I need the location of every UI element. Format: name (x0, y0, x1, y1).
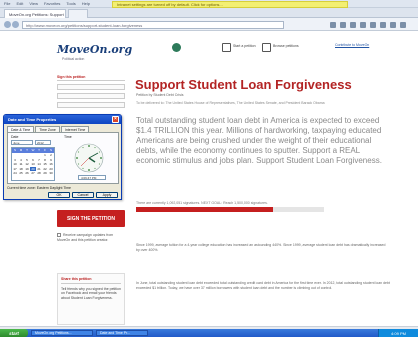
nav-browse-petitions[interactable]: Browse petitions (273, 44, 299, 48)
moveon-logo[interactable]: MoveOn.org (57, 43, 132, 56)
home-icon[interactable] (330, 22, 336, 28)
signature-progress-bar (136, 207, 324, 212)
start-button[interactable]: start (0, 329, 28, 337)
date-time-dialog: Date and Time Properties × Date & Time T… (3, 114, 122, 200)
feeds-icon[interactable] (340, 22, 346, 28)
apply-button[interactable]: Apply (96, 192, 118, 198)
menu-edit[interactable]: Edit (16, 1, 23, 6)
site-tagline: Political action (62, 57, 85, 61)
page-icon[interactable] (370, 22, 376, 28)
tab-bar: MoveOn.org Petitions: Support S... (0, 8, 418, 18)
back-icon[interactable] (4, 21, 11, 28)
address-bar: http://www.moveon.org/petitions/support-… (0, 18, 418, 31)
time-group-label: Time (64, 135, 72, 139)
petition-body-paragraph: Since 1999, average tuition for a 4-year… (136, 243, 386, 252)
date-time-panel: Date June 2012 SMTWTFS 1 2 3 4 5 6 7 8 9 10 11 12 13… (7, 132, 119, 184)
timezone-text: Current time zone: Eastern Daylight Time (7, 186, 71, 190)
tools-icon[interactable] (390, 22, 396, 28)
close-icon[interactable]: × (112, 116, 119, 123)
start-petition-icon[interactable] (222, 43, 231, 52)
clock-tick (98, 151, 100, 153)
menu-favorites[interactable]: Favorites (44, 1, 60, 6)
updates-checkbox-label: Receive campaign updates from MoveOn and… (57, 233, 114, 242)
dialog-titlebar[interactable]: Date and Time Properties × (4, 115, 121, 124)
clock-tick (78, 163, 80, 165)
share-text: Tell friends why you signed the petition… (61, 286, 121, 300)
petition-statement: Total outstanding student loan debt in A… (136, 116, 382, 165)
updates-checkbox[interactable] (57, 233, 61, 238)
clock-tick (76, 157, 78, 159)
sign-petition-button[interactable]: SIGN THE PETITION (57, 210, 125, 227)
clock-tick (88, 145, 90, 147)
calendar: SMTWTFS 1 2 3 4 5 6 7 8 9 10 11 12 13 14 15 16 17 18 19 20 2… (11, 147, 55, 181)
petition-recipients: To be delivered to: The United States Ho… (136, 101, 325, 105)
name-field[interactable] (57, 84, 125, 90)
browse-icon[interactable] (262, 43, 271, 52)
menu-help[interactable]: Help (82, 1, 90, 6)
petition-headline: Support Student Loan Forgiveness (135, 77, 352, 92)
information-bar[interactable]: Intranet settings are turned off by defa… (112, 1, 348, 8)
time-field[interactable]: 4:09:47 PM (78, 175, 106, 180)
tab-new[interactable] (68, 9, 88, 18)
cancel-button[interactable]: Cancel (72, 192, 94, 198)
petition-icon (172, 43, 181, 52)
dialog-buttons: OK Cancel Apply (48, 192, 118, 198)
petition-body-paragraph: In June, total outstanding student loan … (136, 281, 390, 290)
signature-count: There are currently 1,092,051 signatures… (136, 201, 268, 205)
taskbar-item-dialog[interactable]: Date and Time Pr... (96, 330, 148, 336)
clock-tick (82, 167, 84, 169)
zip-field[interactable] (57, 102, 125, 108)
tab-petition[interactable]: MoveOn.org Petitions: Support S... (4, 9, 66, 18)
taskbar: start MoveOn.org Petitions... Date and T… (0, 329, 418, 337)
signature-progress-fill (136, 207, 274, 212)
forward-icon[interactable] (12, 21, 19, 28)
menu-view[interactable]: View (29, 1, 38, 6)
calendar-day[interactable]: 30 (48, 171, 54, 176)
safety-icon[interactable] (380, 22, 386, 28)
clock-tick (94, 147, 96, 149)
ok-button[interactable]: OK (48, 192, 70, 198)
taskbar-item-browser[interactable]: MoveOn.org Petitions... (31, 330, 93, 336)
dialog-title: Date and Time Properties (8, 117, 57, 122)
updates-checkbox-row[interactable]: Receive campaign updates from MoveOn and… (57, 233, 125, 242)
tray-clock: 4:09 PM (378, 329, 418, 337)
year-spinner[interactable]: 2012 (35, 140, 51, 145)
sign-column: Sign this petition SIGN THE PETITION Rec… (57, 75, 125, 325)
help-icon[interactable] (400, 22, 406, 28)
nav-start-petition[interactable]: Start a petition (233, 44, 259, 48)
menu-file[interactable]: File (4, 1, 10, 6)
clock-tick (82, 147, 84, 149)
share-heading: Share this petition (61, 277, 121, 284)
share-box: Share this petition Tell friends why you… (57, 273, 125, 325)
calendar-day-grid: 1 2 3 4 5 6 7 8 9 10 11 12 13 14 15 16 17 18 19 20 21 22 23 24 2… (12, 153, 54, 176)
clock-tick (100, 157, 102, 159)
clock-tick (98, 163, 100, 165)
date-group-label: Date (11, 135, 19, 139)
menu-tools[interactable]: Tools (66, 1, 75, 6)
url-field[interactable]: http://www.moveon.org/petitions/support-… (22, 21, 284, 29)
print-icon[interactable] (360, 22, 366, 28)
clock-tick (94, 167, 96, 169)
donate-link[interactable]: Contribute to MoveOn (335, 43, 369, 47)
email-field[interactable] (57, 93, 125, 99)
clock-tick (78, 151, 80, 153)
petition-byline[interactable]: Petition by Student Debt Crisis (136, 93, 183, 97)
clock-tick (88, 169, 90, 171)
sign-heading: Sign this petition (57, 75, 125, 81)
month-select[interactable]: June (11, 140, 33, 145)
mail-icon[interactable] (350, 22, 356, 28)
clock-icon (74, 143, 104, 173)
